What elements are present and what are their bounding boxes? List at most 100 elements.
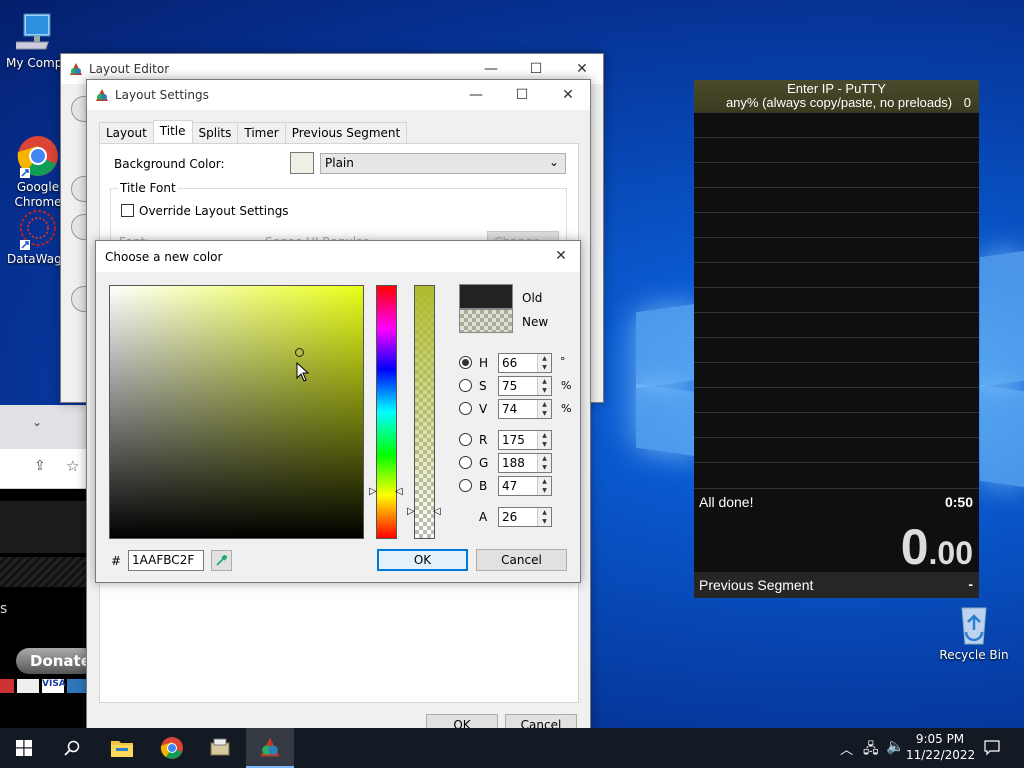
alpha-value: 26 <box>502 510 518 524</box>
background-color-swatch[interactable] <box>290 152 314 174</box>
override-layout-checkbox[interactable] <box>121 204 134 217</box>
network-icon[interactable]: 🖧 <box>863 738 879 762</box>
taskbar-file-explorer[interactable] <box>98 728 146 768</box>
radio-s[interactable] <box>459 379 472 392</box>
radio-h[interactable] <box>459 356 472 369</box>
livesplit-attempts: 0 <box>963 95 971 110</box>
spin-updown[interactable]: ▲ ▼ <box>537 477 551 495</box>
wallpaper-logo-bottom-left <box>636 383 696 457</box>
new-color-label: New <box>522 315 549 329</box>
share-icon[interactable]: ⇪ <box>34 458 46 474</box>
color-dialog-titlebar[interactable]: Choose a new color ✕ <box>96 241 580 272</box>
main-timer: 0.00 <box>901 518 973 576</box>
h-input[interactable]: 66 ▲ ▼ <box>498 353 552 373</box>
color-ok-button[interactable]: OK <box>377 549 468 571</box>
previous-segment-value: - <box>968 576 973 592</box>
h-label: H <box>479 356 489 370</box>
folder-icon <box>111 741 133 757</box>
tab-splits[interactable]: Splits <box>191 122 239 143</box>
layout-settings-titlebar[interactable]: Layout Settings — ☐ ✕ <box>87 80 590 110</box>
radio-v[interactable] <box>459 402 472 415</box>
donate-label: Donate <box>30 652 91 670</box>
s-input[interactable]: 75 ▲ ▼ <box>498 376 552 396</box>
livesplit-category: any% (always copy/paste, no preloads) <box>725 95 953 110</box>
page-stripe <box>0 557 96 587</box>
v-unit: % <box>561 402 572 415</box>
spin-updown[interactable]: ▲ ▼ <box>537 508 551 526</box>
override-layout-label: Override Layout Settings <box>139 204 289 218</box>
taskbar-app-generic[interactable] <box>196 728 244 768</box>
eyedropper-button[interactable] <box>211 550 232 571</box>
saturation-value-field[interactable] <box>109 285 364 539</box>
computer-icon <box>13 10 60 54</box>
background-style-select[interactable]: Plain ⌄ <box>320 153 566 174</box>
alpha-input[interactable]: 26 ▲ ▼ <box>498 507 552 527</box>
s-label: S <box>479 379 487 393</box>
alpha-slider[interactable] <box>414 285 435 539</box>
hue-slider-handle-right[interactable]: ◁ <box>395 486 403 497</box>
clock-time: 9:05 PM <box>915 732 965 746</box>
color-cancel-button[interactable]: Cancel <box>476 549 567 571</box>
browser-toolbar <box>0 449 96 489</box>
radio-b[interactable] <box>459 479 472 492</box>
previous-segment-label: Previous Segment <box>699 577 814 593</box>
color-dialog-title: Choose a new color <box>105 249 223 264</box>
split-time: 0:50 <box>944 494 973 510</box>
v-input[interactable]: 74 ▲ ▼ <box>498 399 552 419</box>
taskbar-chrome[interactable] <box>148 728 196 768</box>
hex-input[interactable]: 1AAFBC2F <box>128 550 204 571</box>
color-picker-cursor[interactable] <box>295 348 304 357</box>
b-input[interactable]: 47 ▲ ▼ <box>498 476 552 496</box>
tab-title[interactable]: Title <box>152 120 193 143</box>
wallpaper-logo-top-right <box>980 250 1024 388</box>
page-dark-band <box>0 501 96 553</box>
desktop-icon-recycle-bin[interactable]: Recycle Bin <box>936 602 1012 663</box>
alpha-slider-handle-right[interactable]: ◁ <box>433 506 441 517</box>
g-input[interactable]: 188 ▲ ▼ <box>498 453 552 473</box>
chevron-down-icon[interactable]: ⌄ <box>32 415 42 429</box>
star-icon[interactable]: ☆ <box>66 457 79 475</box>
hex-value: 1AAFBC2F <box>132 553 195 567</box>
radio-r[interactable] <box>459 433 472 446</box>
alpha-slider-handle-left[interactable]: ▷ <box>407 506 415 517</box>
volume-icon[interactable]: 🔈 <box>886 737 905 755</box>
spin-updown[interactable]: ▲ ▼ <box>537 454 551 472</box>
chevron-up-icon[interactable]: ︿ <box>840 739 853 758</box>
tab-timer[interactable]: Timer <box>237 122 286 143</box>
split-name: All done! <box>699 494 754 510</box>
r-input[interactable]: 175 ▲ ▼ <box>498 430 552 450</box>
start-button[interactable] <box>0 728 48 768</box>
livesplit-header: Enter IP - PuTTY any% (always copy/paste… <box>694 80 979 112</box>
spin-updown[interactable]: ▲ ▼ <box>537 377 551 395</box>
spin-updown[interactable]: ▲ ▼ <box>537 354 551 372</box>
hue-slider[interactable] <box>376 285 397 539</box>
old-color-label: Old <box>522 291 543 305</box>
radio-g[interactable] <box>459 456 472 469</box>
color-cancel-label: Cancel <box>501 553 542 567</box>
livesplit-window[interactable]: Enter IP - PuTTY any% (always copy/paste… <box>694 80 979 598</box>
timer-decimals: .00 <box>928 535 973 571</box>
spin-updown[interactable]: ▲ ▼ <box>537 400 551 418</box>
h-unit: ° <box>560 355 566 368</box>
background-color-label: Background Color: <box>114 157 225 171</box>
chrome-icon <box>160 737 183 759</box>
search-button[interactable] <box>48 728 96 768</box>
minimize-button[interactable]: — <box>453 80 499 110</box>
close-button[interactable]: ✕ <box>542 241 580 271</box>
tab-layout[interactable]: Layout <box>99 122 154 143</box>
hue-slider-handle-left[interactable]: ▷ <box>369 486 377 497</box>
maximize-button[interactable]: ☐ <box>499 80 545 110</box>
close-button[interactable]: ✕ <box>545 80 591 110</box>
g-value: 188 <box>502 456 525 470</box>
donate-button[interactable]: Donate <box>16 648 96 674</box>
mastercard-icon <box>17 679 39 693</box>
s-unit: % <box>561 379 572 392</box>
spin-updown[interactable]: ▲ ▼ <box>537 431 551 449</box>
color-ok-label: OK <box>413 553 432 567</box>
tab-previous-segment[interactable]: Previous Segment <box>284 122 408 143</box>
notification-icon[interactable] <box>984 740 1000 756</box>
taskbar-clock[interactable]: 9:05 PM 11/22/2022 <box>906 731 975 763</box>
taskbar-livesplit[interactable] <box>246 728 294 768</box>
app-stack-icon <box>210 738 230 756</box>
browser-tab-strip <box>0 405 96 449</box>
